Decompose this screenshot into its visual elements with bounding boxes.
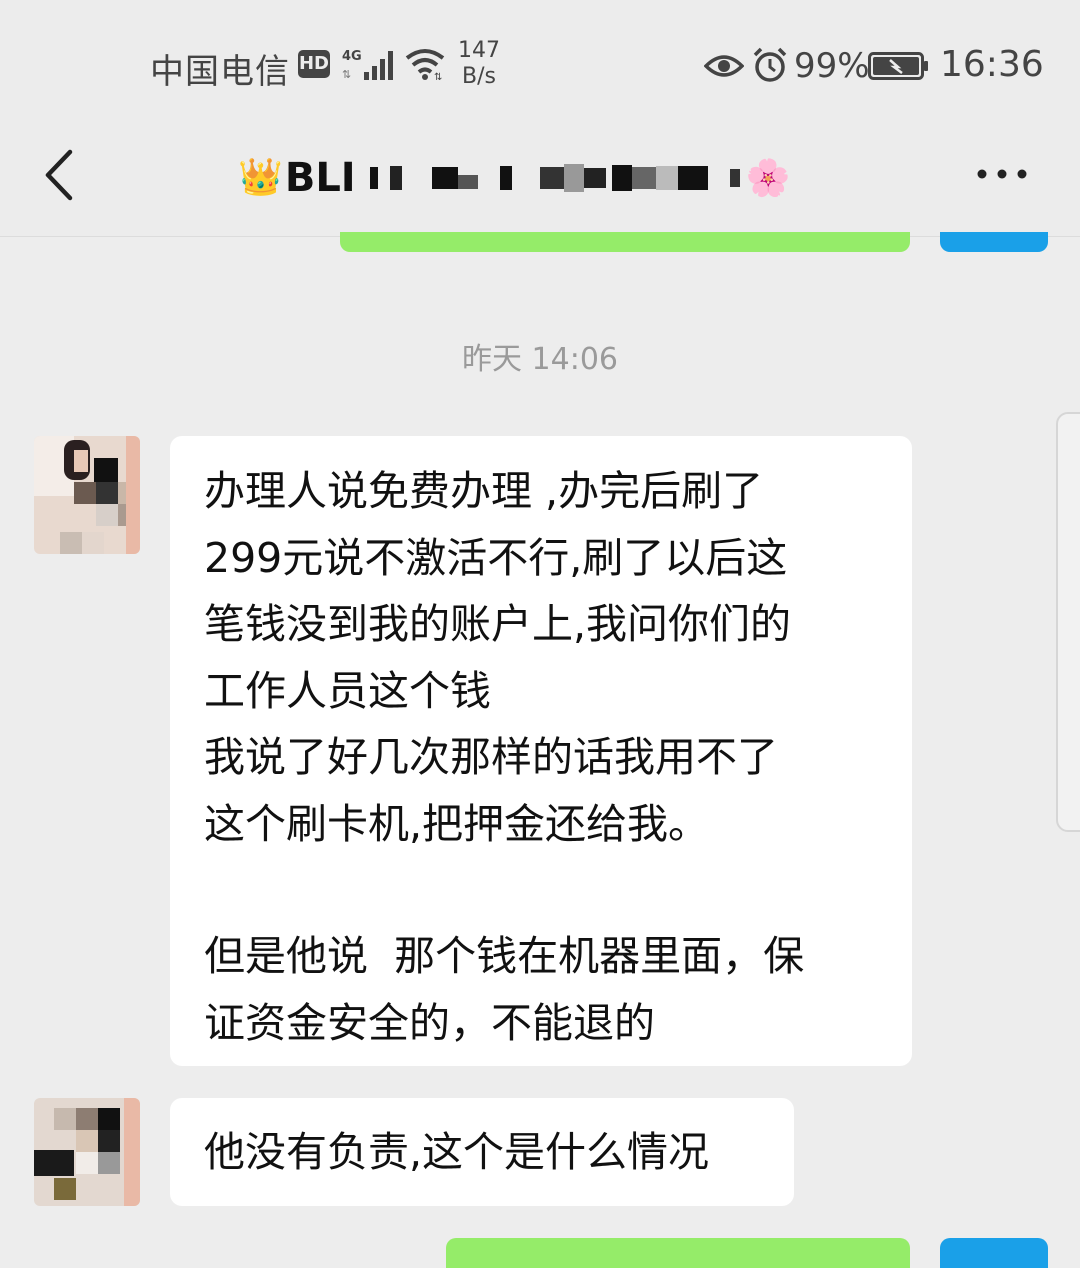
speed-value: 147	[458, 38, 500, 63]
svg-text:⇅: ⇅	[342, 68, 351, 81]
message-line: 我说了好几次那样的话我用不了	[204, 733, 778, 781]
message-bubble[interactable]: 办理人说免费办理 ,办完后刷了 299元说不激活不行,刷了以后这 笔钱没到我的账…	[170, 436, 912, 1066]
battery-icon	[868, 52, 928, 80]
chevron-left-icon[interactable]	[40, 148, 80, 202]
wifi-icon: ⇅	[405, 49, 445, 82]
hd-icon: HD	[298, 50, 330, 78]
message-line: 这个刷卡机,把押金还给我。	[204, 799, 710, 848]
avatar[interactable]	[34, 436, 140, 554]
message-line: 证资金安全的，不能退的	[204, 998, 655, 1047]
status-bar: 中国电信 HD 4G ⇅ ⇅ 147 B/s 99% 16:36	[0, 0, 1080, 120]
more-dots-icon[interactable]	[972, 164, 1032, 184]
status-time: 16:36	[940, 44, 1044, 85]
message-bubble[interactable]: 他没有负责,这个是什么情况	[170, 1098, 794, 1206]
alarm-icon	[753, 47, 787, 82]
message-line: 笔钱没到我的账户上,我问你们的	[204, 600, 792, 648]
previous-blue-bubble[interactable]	[940, 232, 1048, 252]
signal-icon: 4G ⇅	[342, 49, 393, 81]
message-line: 办理人说免费办理 ,办完后刷了	[204, 467, 764, 515]
speed-unit: B/s	[462, 64, 496, 89]
crown-emoji: 👑	[238, 157, 283, 198]
chat-title: 👑 BLI 🌸	[238, 150, 791, 206]
chat-title-text: BLI	[284, 155, 356, 201]
self-bubble[interactable]	[446, 1238, 910, 1268]
battery-percent: 99%	[794, 46, 870, 86]
message-timestamp: 昨天 14:06	[462, 342, 618, 377]
previous-self-bubble[interactable]	[340, 232, 910, 252]
message-line	[204, 857, 878, 923]
message-line: 但是他说 那个钱在机器里面，保	[204, 932, 805, 980]
avatar[interactable]	[34, 1098, 140, 1206]
side-panel-edge	[1056, 412, 1080, 832]
carrier-name: 中国电信	[150, 52, 290, 92]
eye-icon	[704, 55, 744, 77]
message-line: 299元说不激活不行,刷了以后这	[204, 533, 788, 582]
svg-text:⇅: ⇅	[434, 72, 442, 82]
redacted-title	[364, 150, 740, 206]
network-speed: 147 B/s	[458, 38, 500, 90]
blue-bubble[interactable]	[940, 1238, 1048, 1268]
message-line: 他没有负责,这个是什么情况	[204, 1128, 710, 1176]
network-type-label: 4G	[342, 49, 362, 64]
chat-header: 👑 BLI 🌸	[0, 120, 1080, 237]
flower-emoji: 🌸	[745, 158, 791, 199]
message-line: 工作人员这个钱	[204, 666, 491, 715]
